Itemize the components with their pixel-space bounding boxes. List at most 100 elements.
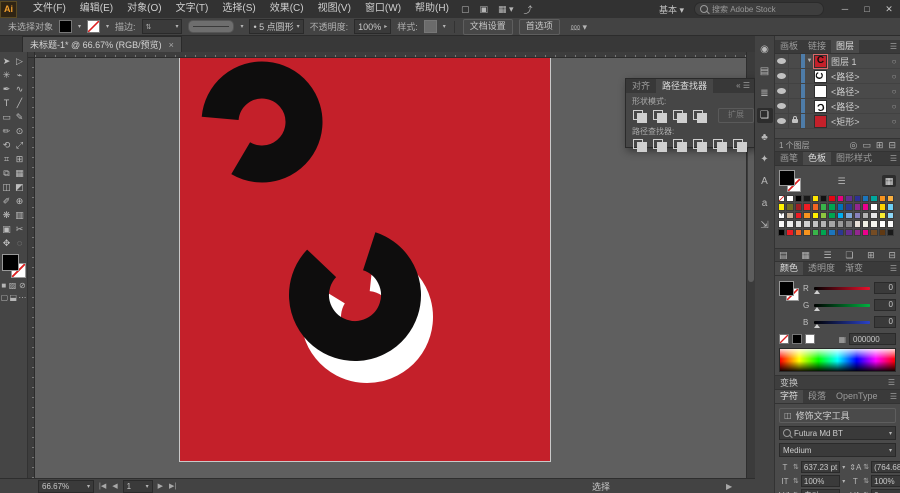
fill-stroke-proxy[interactable] [2, 254, 26, 278]
vertical-ruler[interactable] [28, 58, 35, 478]
layer-name[interactable]: <路径> [831, 85, 888, 98]
gradient-tool[interactable]: ◩ [13, 180, 26, 194]
swatch[interactable] [778, 195, 785, 202]
share-icon[interactable]: ⤴ [519, 3, 538, 16]
visibility-toggle[interactable] [775, 99, 789, 113]
fill-proxy-swatch[interactable] [779, 170, 795, 186]
new-layer-icon[interactable]: ⊞ [876, 140, 884, 151]
outline-button[interactable] [712, 138, 728, 151]
character-styles-icon[interactable]: A [757, 174, 773, 189]
slider-thumb-icon[interactable] [814, 324, 820, 328]
swatch[interactable] [803, 220, 810, 227]
color-spectrum[interactable] [779, 348, 896, 372]
font-size-field[interactable]: 637.23 pt [801, 461, 840, 473]
document-setup-button[interactable]: 文档设置 [463, 19, 513, 35]
tab-paragraph[interactable]: 段落 [803, 390, 831, 403]
tab-artboards[interactable]: 画板 [775, 40, 803, 53]
swatch[interactable] [803, 195, 810, 202]
menu-object[interactable]: 对象(O) [120, 0, 168, 18]
panel-menu-icon[interactable]: ☰ [887, 40, 900, 53]
swatch[interactable] [812, 220, 819, 227]
minus-front-button[interactable] [652, 109, 668, 122]
black-chip[interactable] [792, 334, 802, 344]
stock-search-input[interactable]: 搜索 Adobe Stock [694, 2, 824, 16]
lock-toggle[interactable] [789, 99, 801, 113]
layer-thumbnail[interactable]: C [814, 100, 827, 113]
slider-thumb-icon[interactable] [814, 290, 820, 294]
swatch[interactable] [837, 212, 844, 219]
expand-caret-icon[interactable]: ▼ [805, 58, 814, 64]
stepper-icon[interactable]: ⇅ [863, 463, 869, 471]
unite-button[interactable] [632, 109, 648, 122]
swatch[interactable] [837, 203, 844, 210]
draw-normal-button[interactable]: ▢ [1, 293, 9, 302]
swatch[interactable] [828, 229, 835, 236]
swatch[interactable] [803, 229, 810, 236]
gpu-performance-icon[interactable]: ▣ [474, 4, 493, 15]
swatch[interactable] [879, 212, 886, 219]
swatch[interactable] [786, 229, 793, 236]
swatch[interactable] [820, 220, 827, 227]
gradient-button[interactable]: ▨ [9, 281, 17, 290]
crop-button[interactable] [692, 138, 708, 151]
fill-stroke-proxy[interactable] [779, 170, 801, 192]
line-segment-tool[interactable]: ╱ [13, 96, 26, 110]
swatch[interactable] [870, 220, 877, 227]
workspace-switcher[interactable]: 基本 ▾ [659, 3, 684, 16]
swatch[interactable] [795, 220, 802, 227]
style-swatch[interactable] [424, 20, 437, 33]
swatch[interactable] [887, 229, 894, 236]
swatch[interactable] [778, 212, 785, 219]
lock-toggle[interactable] [789, 69, 801, 83]
swatch[interactable] [862, 195, 869, 202]
delete-swatch-icon[interactable]: ⊟ [888, 250, 896, 261]
caret-down-icon[interactable]: ▾ [842, 464, 845, 471]
target-icon[interactable]: ○ [888, 72, 900, 81]
panel-menu-icon[interactable]: ☰ [887, 390, 900, 403]
make-mask-icon[interactable]: ▭ [862, 140, 871, 151]
swatch[interactable] [786, 220, 793, 227]
tab-gradient[interactable]: 渐变 [840, 262, 868, 275]
style-caret-icon[interactable]: ▾ [443, 23, 446, 30]
fill-proxy-swatch[interactable] [2, 254, 19, 271]
swatch[interactable] [820, 229, 827, 236]
swatch[interactable] [870, 229, 877, 236]
status-expand-icon[interactable]: ▶ [726, 482, 732, 491]
close-button[interactable]: ✕ [878, 0, 900, 18]
swatch[interactable] [845, 195, 852, 202]
swatch[interactable] [854, 195, 861, 202]
blend-tool[interactable]: ⊕ [13, 194, 26, 208]
perspective-grid-tool[interactable]: ▦ [13, 166, 26, 180]
menu-edit[interactable]: 编辑(E) [73, 0, 120, 18]
stroke-caret-icon[interactable]: ▾ [106, 23, 109, 30]
tab-character[interactable]: 字符 [775, 390, 803, 403]
fill-proxy-swatch[interactable] [779, 281, 794, 296]
new-swatch-icon[interactable]: ⊞ [867, 250, 875, 261]
minus-back-button[interactable] [732, 138, 748, 151]
visibility-toggle[interactable] [775, 84, 789, 98]
layer-name[interactable]: 图层 1 [831, 55, 888, 68]
selection-tool[interactable]: ➤ [0, 54, 13, 68]
new-color-group-icon[interactable]: ❏ [845, 250, 853, 261]
swatch[interactable] [820, 203, 827, 210]
layer-row[interactable]: <路径> ○ [775, 84, 900, 99]
leading-field[interactable]: (764.68 [871, 461, 900, 473]
swatch-options-icon[interactable]: ☰ [824, 250, 832, 261]
divide-button[interactable] [632, 138, 648, 151]
tab-color[interactable]: 颜色 [775, 262, 803, 275]
tab-links[interactable]: 链接 [803, 40, 831, 53]
paintbrush-tool[interactable]: ✎ [13, 110, 26, 124]
asset-export-icon[interactable]: ⇲ [757, 218, 773, 233]
target-icon[interactable]: ○ [888, 87, 900, 96]
mesh-tool[interactable]: ◫ [0, 180, 13, 194]
curvature-tool[interactable]: ∿ [13, 82, 26, 96]
tab-graphic-styles[interactable]: 图形样式 [831, 152, 877, 165]
horizontal-scale-field[interactable]: 100% [871, 475, 900, 487]
kerning-field[interactable]: 自动 [801, 489, 840, 493]
shaper-tool[interactable]: ⊙ [13, 124, 26, 138]
last-artboard-icon[interactable]: ▶| [168, 482, 177, 490]
rectangle-tool[interactable]: ▭ [0, 110, 13, 124]
lasso-tool[interactable]: ⌁ [13, 68, 26, 82]
swatch[interactable] [845, 203, 852, 210]
magic-wand-tool[interactable]: ✳ [0, 68, 13, 82]
